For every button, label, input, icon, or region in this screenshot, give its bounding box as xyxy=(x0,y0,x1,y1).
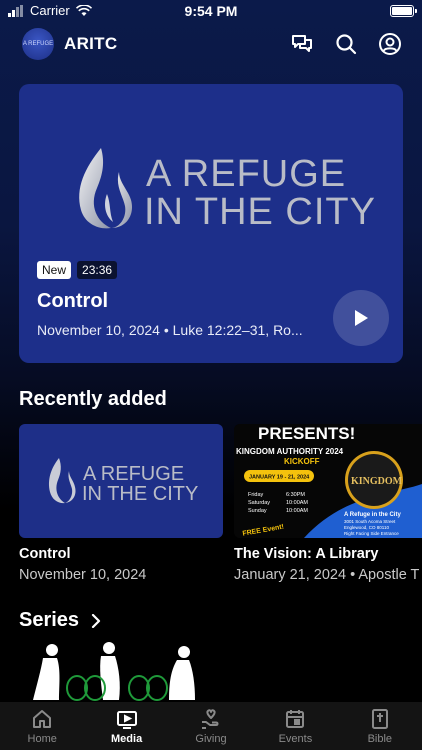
tab-events[interactable]: Events xyxy=(253,702,337,750)
play-button[interactable] xyxy=(333,290,389,346)
tab-giving[interactable]: Giving xyxy=(169,702,253,750)
tab-home-label: Home xyxy=(27,733,57,745)
logo-line-1: A REFUGE xyxy=(146,153,346,195)
card-subtitle-vision: January 21, 2024 • Apostle T xyxy=(234,567,420,583)
battery-icon xyxy=(390,5,417,17)
poster-day-1: Friday xyxy=(248,492,264,498)
tab-media-label: Media xyxy=(111,733,143,745)
tab-media[interactable]: Media xyxy=(84,702,168,750)
card-title-vision[interactable]: The Vision: A Library xyxy=(234,546,379,562)
series-artwork xyxy=(33,642,195,701)
card-title-control[interactable]: Control xyxy=(19,546,71,562)
media-card-control[interactable]: A REFUGE IN THE CITY xyxy=(19,424,223,538)
poster-address-1: 3001 South Acoma Street xyxy=(344,519,396,524)
clock: 9:54 PM xyxy=(184,3,238,19)
series-heading-row[interactable]: Series xyxy=(19,609,101,632)
tab-events-label: Events xyxy=(278,733,313,745)
hand-heart-icon xyxy=(200,708,222,730)
messages-icon[interactable] xyxy=(290,32,314,56)
tv-play-icon xyxy=(116,708,138,730)
tab-bible[interactable]: Bible xyxy=(338,702,422,750)
tab-bible-label: Bible xyxy=(367,733,393,745)
logo-line-2: IN THE CITY xyxy=(144,191,376,233)
card-subtitle-control: November 10, 2024 xyxy=(19,567,147,583)
hero-badges: New 23:36 xyxy=(37,261,118,279)
app-header: A REFUGE ARITC xyxy=(22,27,402,61)
poster-heading: PRESENTS! xyxy=(258,424,355,443)
poster-venue: A Refuge in the City xyxy=(344,512,401,518)
thumb-logo-line-1: A REFUGE xyxy=(83,463,184,485)
duration-badge: 23:36 xyxy=(77,261,118,279)
tab-home[interactable]: Home xyxy=(0,702,84,750)
poster-dates: JANUARY 19 - 21, 2024 xyxy=(249,475,310,481)
poster-day-3: Sunday xyxy=(248,508,267,514)
app-title: ARITC xyxy=(64,34,118,53)
bottom-tab-bar: Home Media Giving Events Bible xyxy=(0,702,422,750)
home-icon xyxy=(31,708,53,730)
calendar-icon xyxy=(284,708,306,730)
church-logo-avatar[interactable]: A REFUGE xyxy=(22,28,54,60)
series-thumbnail[interactable] xyxy=(19,640,422,702)
thumb-logo-line-2: IN THE CITY xyxy=(82,483,198,505)
featured-media-card[interactable]: A REFUGE IN THE CITY New 23:36 Control N… xyxy=(19,84,403,363)
poster-address-2: Englewood, CO 80110 xyxy=(344,525,389,530)
series-heading: Series xyxy=(19,609,80,631)
hero-subtitle: November 10, 2024 • Luke 12:22–31, Ro... xyxy=(37,322,303,338)
poster-time-2: 10:00AM xyxy=(286,500,308,506)
poster-day-2: Saturday xyxy=(248,500,270,506)
search-icon[interactable] xyxy=(334,32,358,56)
poster-address-3: Right Facing Side Entrance xyxy=(344,531,399,536)
status-bar: Carrier 9:54 PM xyxy=(0,0,422,22)
poster-event-name: KINGDOM AUTHORITY 2024 xyxy=(236,447,344,456)
poster-circle-text: KINGDOM xyxy=(351,476,403,487)
media-card-vision[interactable]: PRESENTS! KINGDOM AUTHORITY 2024 KICKOFF… xyxy=(234,424,422,538)
profile-icon[interactable] xyxy=(378,32,402,56)
refuge-logo-thumb: A REFUGE IN THE CITY xyxy=(49,458,198,505)
hero-title: Control xyxy=(37,290,109,312)
poster-kickoff: KICKOFF xyxy=(284,457,320,466)
bible-icon xyxy=(369,708,391,730)
kingdom-authority-poster: PRESENTS! KINGDOM AUTHORITY 2024 KICKOFF… xyxy=(234,424,422,538)
play-icon xyxy=(355,310,368,326)
header-actions xyxy=(290,32,402,56)
recently-added-heading: Recently added xyxy=(19,388,167,410)
avatar-text: A REFUGE xyxy=(22,41,54,47)
refuge-logo: A REFUGE IN THE CITY xyxy=(79,148,376,233)
new-badge: New xyxy=(37,261,72,279)
chevron-right-icon xyxy=(91,613,101,628)
poster-time-1: 6:30PM xyxy=(286,492,305,498)
tab-giving-label: Giving xyxy=(195,733,227,745)
poster-time-3: 10:00AM xyxy=(286,508,308,514)
